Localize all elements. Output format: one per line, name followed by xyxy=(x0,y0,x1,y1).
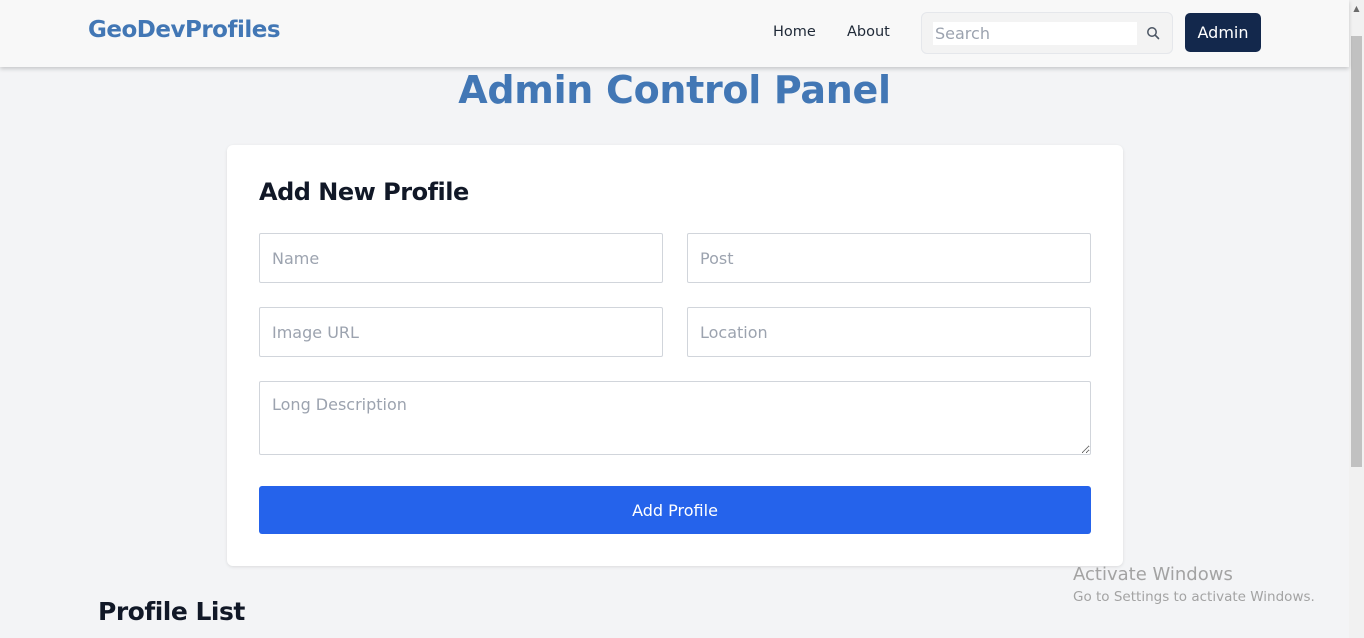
post-field[interactable] xyxy=(687,233,1091,283)
admin-button[interactable]: Admin xyxy=(1185,13,1261,52)
add-profile-button[interactable]: Add Profile xyxy=(259,486,1091,534)
top-navbar: GeoDevProfiles Home About Admin xyxy=(0,0,1349,67)
page-title: Admin Control Panel xyxy=(458,68,891,112)
watermark-title: Activate Windows xyxy=(1073,564,1233,585)
nav-link-home[interactable]: Home xyxy=(773,24,816,40)
name-field[interactable] xyxy=(259,233,663,283)
scroll-up-arrow-icon[interactable]: ▲ xyxy=(1352,4,1361,13)
watermark-subtitle: Go to Settings to activate Windows. xyxy=(1073,589,1315,605)
add-profile-heading: Add New Profile xyxy=(259,178,469,206)
search-input[interactable] xyxy=(933,22,1137,45)
location-field[interactable] xyxy=(687,307,1091,357)
long-description-field[interactable] xyxy=(259,381,1091,455)
add-profile-card: Add New Profile Add Profile xyxy=(227,145,1123,566)
vertical-scrollbar[interactable]: ▲ xyxy=(1349,0,1364,638)
scrollbar-thumb[interactable] xyxy=(1351,36,1362,467)
profile-list-heading: Profile List xyxy=(98,597,245,626)
windows-activation-watermark: Activate Windows Go to Settings to activ… xyxy=(1073,564,1315,605)
nav-link-about[interactable]: About xyxy=(847,24,890,40)
search-box xyxy=(921,12,1173,54)
image-url-field[interactable] xyxy=(259,307,663,357)
search-icon[interactable] xyxy=(1146,26,1160,40)
brand-logo[interactable]: GeoDevProfiles xyxy=(88,17,281,43)
